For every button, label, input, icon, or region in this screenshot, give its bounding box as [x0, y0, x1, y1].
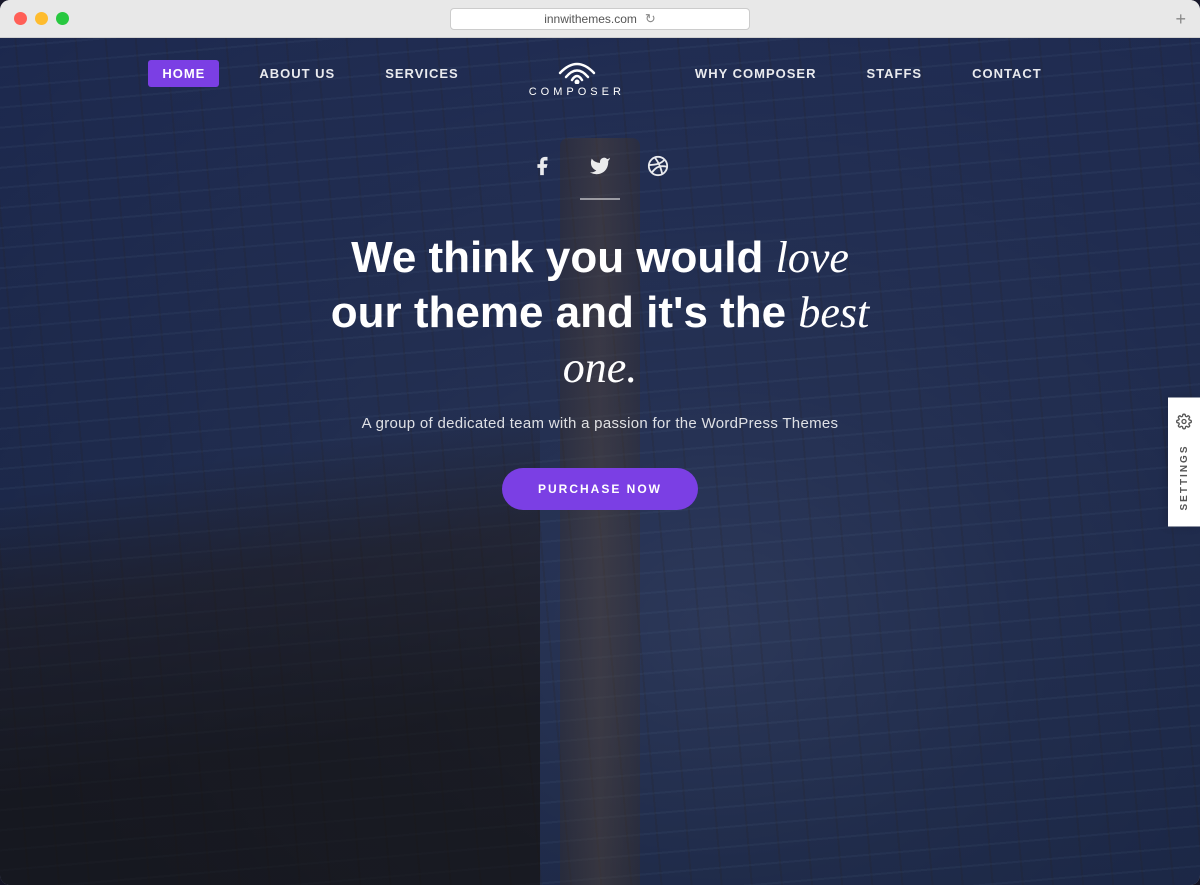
- nav-item-services[interactable]: SERVICES: [375, 60, 469, 87]
- logo-icon: [552, 49, 602, 84]
- social-divider: [580, 198, 620, 200]
- settings-panel[interactable]: SETTINGS: [1168, 397, 1200, 526]
- facebook-icon[interactable]: [524, 148, 560, 184]
- nav-item-contact[interactable]: CONTACT: [962, 60, 1052, 87]
- address-bar[interactable]: innwithemes.com ↻: [450, 8, 750, 30]
- headline-text-2: our theme and it's the: [331, 288, 799, 337]
- navbar: HOME ABOUT US SERVICES COMPOSER WHY COMP…: [0, 38, 1200, 108]
- site-logo[interactable]: COMPOSER: [529, 49, 625, 98]
- headline-italic-1: love: [776, 233, 849, 282]
- nav-item-home[interactable]: HOME: [148, 60, 219, 87]
- headline-italic-2: best: [798, 288, 869, 337]
- nav-right: WHY COMPOSER STAFFS CONTACT: [685, 60, 1052, 87]
- hero-subtitle: A group of dedicated team with a passion…: [362, 415, 839, 432]
- minimize-button[interactable]: [35, 12, 48, 25]
- hero-headline: We think you would love our theme and it…: [331, 230, 870, 395]
- new-tab-button[interactable]: +: [1175, 10, 1186, 28]
- headline-text-1: We think you would: [351, 233, 776, 282]
- nav-left: HOME ABOUT US SERVICES: [148, 60, 468, 87]
- social-icons: [524, 148, 676, 184]
- close-button[interactable]: [14, 12, 27, 25]
- twitter-icon[interactable]: [582, 148, 618, 184]
- headline-italic-3: one.: [563, 343, 638, 392]
- reload-icon[interactable]: ↻: [645, 11, 656, 27]
- window-controls: [14, 12, 69, 25]
- hero-content: We think you would love our theme and it…: [0, 108, 1200, 510]
- settings-label: SETTINGS: [1179, 444, 1190, 510]
- maximize-button[interactable]: [56, 12, 69, 25]
- purchase-button[interactable]: PURCHASE NOW: [502, 468, 698, 510]
- nav-item-staffs[interactable]: STAFFS: [856, 60, 932, 87]
- nav-item-why-composer[interactable]: WHY COMPOSER: [685, 60, 827, 87]
- nav-item-about[interactable]: ABOUT US: [249, 60, 345, 87]
- logo-text: COMPOSER: [529, 86, 625, 98]
- mac-window: innwithemes.com ↻ + HOME ABOUT US SERVIC…: [0, 0, 1200, 885]
- dribbble-icon[interactable]: [640, 148, 676, 184]
- website: HOME ABOUT US SERVICES COMPOSER WHY COMP…: [0, 38, 1200, 885]
- titlebar: innwithemes.com ↻ +: [0, 0, 1200, 38]
- settings-gear-icon: [1176, 413, 1192, 434]
- url-text: innwithemes.com: [544, 12, 637, 26]
